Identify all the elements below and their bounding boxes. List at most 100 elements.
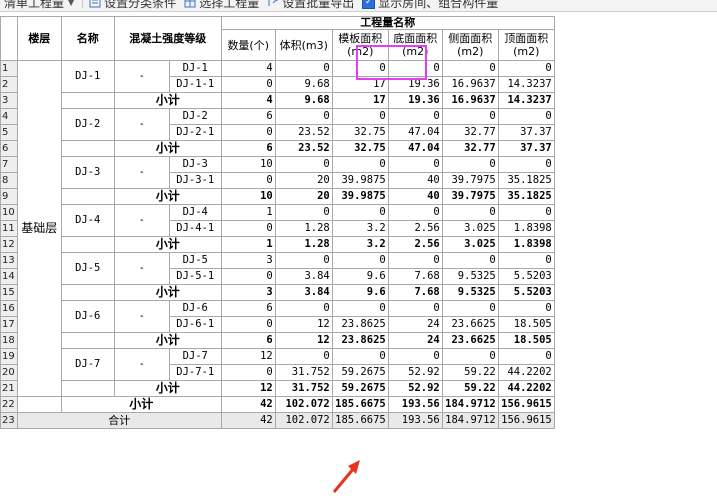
row-number[interactable]: 6 — [0, 140, 18, 157]
row-number[interactable]: 15 — [0, 284, 18, 301]
header-bottom-area[interactable]: 底面面积(m2) — [387, 29, 443, 61]
row-number[interactable]: 23 — [0, 412, 18, 429]
sub-component[interactable]: DJ-4 — [168, 204, 222, 221]
component-name[interactable]: DJ-5 — [60, 252, 115, 285]
cell-top-area[interactable]: 0 — [497, 300, 555, 317]
cell-formwork-area[interactable]: 32.75 — [331, 124, 389, 141]
row-number[interactable]: 5 — [0, 124, 18, 141]
cell-count[interactable]: 0 — [220, 364, 276, 381]
cell-bottom-area[interactable]: 193.56 — [387, 412, 443, 429]
cell-side-area[interactable]: 59.22 — [441, 380, 499, 397]
cell-bottom-area[interactable]: 0 — [387, 348, 443, 365]
cell-formwork-area[interactable]: 39.9875 — [331, 172, 389, 189]
subtotal-label[interactable]: 小计 — [113, 188, 222, 205]
cell-count[interactable]: 6 — [220, 140, 276, 157]
cell-top-area[interactable]: 14.3237 — [497, 76, 555, 93]
cell-count[interactable]: 6 — [220, 108, 276, 125]
sub-component[interactable]: DJ-2 — [168, 108, 222, 125]
cell-top-area[interactable]: 18.505 — [497, 316, 555, 333]
cell-count[interactable]: 12 — [220, 380, 276, 397]
cell-bottom-area[interactable]: 0 — [387, 108, 443, 125]
header-volume[interactable]: 体积(m3) — [274, 29, 333, 61]
cell-side-area[interactable]: 16.9637 — [441, 76, 499, 93]
cell-side-area[interactable]: 0 — [441, 108, 499, 125]
row-number[interactable]: 7 — [0, 156, 18, 173]
cell-side-area[interactable]: 3.025 — [441, 236, 499, 253]
cell-bottom-area[interactable]: 40 — [387, 188, 443, 205]
cell-top-area[interactable]: 35.1825 — [497, 188, 555, 205]
cell-top-area[interactable]: 0 — [497, 108, 555, 125]
subtotal-label[interactable]: 小计 — [113, 236, 222, 253]
cell-formwork-area[interactable]: 59.2675 — [331, 380, 389, 397]
cell-count[interactable]: 3 — [220, 284, 276, 301]
cell-bottom-area[interactable]: 52.92 — [387, 364, 443, 381]
sub-component[interactable]: DJ-6 — [168, 300, 222, 317]
cell-bottom-area[interactable]: 19.36 — [387, 76, 443, 93]
cell-volume[interactable]: 0 — [274, 156, 333, 173]
sub-component[interactable]: DJ-7-1 — [168, 364, 222, 381]
cell-volume[interactable]: 31.752 — [274, 380, 333, 397]
cell-bottom-area[interactable]: 0 — [387, 252, 443, 269]
cell-volume[interactable]: 20 — [274, 188, 333, 205]
grade-cell[interactable]: - — [113, 252, 170, 285]
cell-top-area[interactable]: 44.2202 — [497, 364, 555, 381]
row-number[interactable]: 1 — [0, 60, 18, 77]
cell-top-area[interactable]: 0 — [497, 60, 555, 77]
cell-bottom-area[interactable]: 52.92 — [387, 380, 443, 397]
cell-side-area[interactable]: 16.9637 — [441, 92, 499, 109]
cell-bottom-area[interactable]: 47.04 — [387, 124, 443, 141]
cell-volume[interactable]: 1.28 — [274, 236, 333, 253]
cell-formwork-area[interactable]: 0 — [331, 300, 389, 317]
component-name[interactable]: DJ-4 — [60, 204, 115, 237]
cell-formwork-area[interactable]: 0 — [331, 108, 389, 125]
cell-bottom-area[interactable]: 193.56 — [387, 396, 443, 413]
sub-component[interactable]: DJ-3 — [168, 156, 222, 173]
cell-bottom-area[interactable]: 47.04 — [387, 140, 443, 157]
cell-count[interactable]: 12 — [220, 348, 276, 365]
cell-formwork-area[interactable]: 9.6 — [331, 284, 389, 301]
sub-component[interactable]: DJ-1 — [168, 60, 222, 77]
cell-count[interactable]: 0 — [220, 268, 276, 285]
cell-formwork-area[interactable]: 0 — [331, 252, 389, 269]
cell-top-area[interactable]: 156.9615 — [497, 412, 555, 429]
subtotal-label[interactable]: 小计 — [113, 92, 222, 109]
row-number[interactable]: 3 — [0, 92, 18, 109]
row-number[interactable]: 11 — [0, 220, 18, 237]
cell-count[interactable]: 3 — [220, 252, 276, 269]
row-number[interactable]: 19 — [0, 348, 18, 365]
cell-top-area[interactable]: 156.9615 — [497, 396, 555, 413]
cell-formwork-area[interactable]: 59.2675 — [331, 364, 389, 381]
cell-bottom-area[interactable]: 0 — [387, 300, 443, 317]
cell-top-area[interactable]: 14.3237 — [497, 92, 555, 109]
bill-quantity-dropdown[interactable]: 清单工程量 ▼ — [0, 0, 74, 11]
cell-formwork-area[interactable]: 39.9875 — [331, 188, 389, 205]
cell-formwork-area[interactable]: 3.2 — [331, 236, 389, 253]
header-formwork-area[interactable]: 模板面积(m2) — [331, 29, 389, 61]
cell-bottom-area[interactable]: 7.68 — [387, 268, 443, 285]
cell-top-area[interactable]: 5.5203 — [497, 268, 555, 285]
cell-volume[interactable]: 12 — [274, 316, 333, 333]
cell-formwork-area[interactable]: 0 — [331, 348, 389, 365]
grade-cell[interactable]: - — [113, 348, 170, 381]
cell-top-area[interactable]: 37.37 — [497, 140, 555, 157]
cell-side-area[interactable]: 0 — [441, 204, 499, 221]
cell-volume[interactable]: 23.52 — [274, 140, 333, 157]
cell-side-area[interactable]: 23.6625 — [441, 332, 499, 349]
subtotal-label[interactable]: 小计 — [113, 140, 222, 157]
cell-formwork-area[interactable]: 185.6675 — [331, 412, 389, 429]
row-number[interactable]: 10 — [0, 204, 18, 221]
row-number[interactable]: 8 — [0, 172, 18, 189]
cell-side-area[interactable]: 0 — [441, 60, 499, 77]
cell-count[interactable]: 1 — [220, 236, 276, 253]
cell-top-area[interactable]: 37.37 — [497, 124, 555, 141]
sub-component[interactable]: DJ-3-1 — [168, 172, 222, 189]
sub-component[interactable]: DJ-5-1 — [168, 268, 222, 285]
cell-side-area[interactable]: 0 — [441, 252, 499, 269]
cell-side-area[interactable]: 0 — [441, 300, 499, 317]
cell-top-area[interactable]: 0 — [497, 252, 555, 269]
cell-bottom-area[interactable]: 19.36 — [387, 92, 443, 109]
cell-side-area[interactable]: 23.6625 — [441, 316, 499, 333]
cell-bottom-area[interactable]: 0 — [387, 60, 443, 77]
header-grade[interactable]: 混凝土强度等级 — [113, 16, 222, 61]
cell-top-area[interactable]: 35.1825 — [497, 172, 555, 189]
